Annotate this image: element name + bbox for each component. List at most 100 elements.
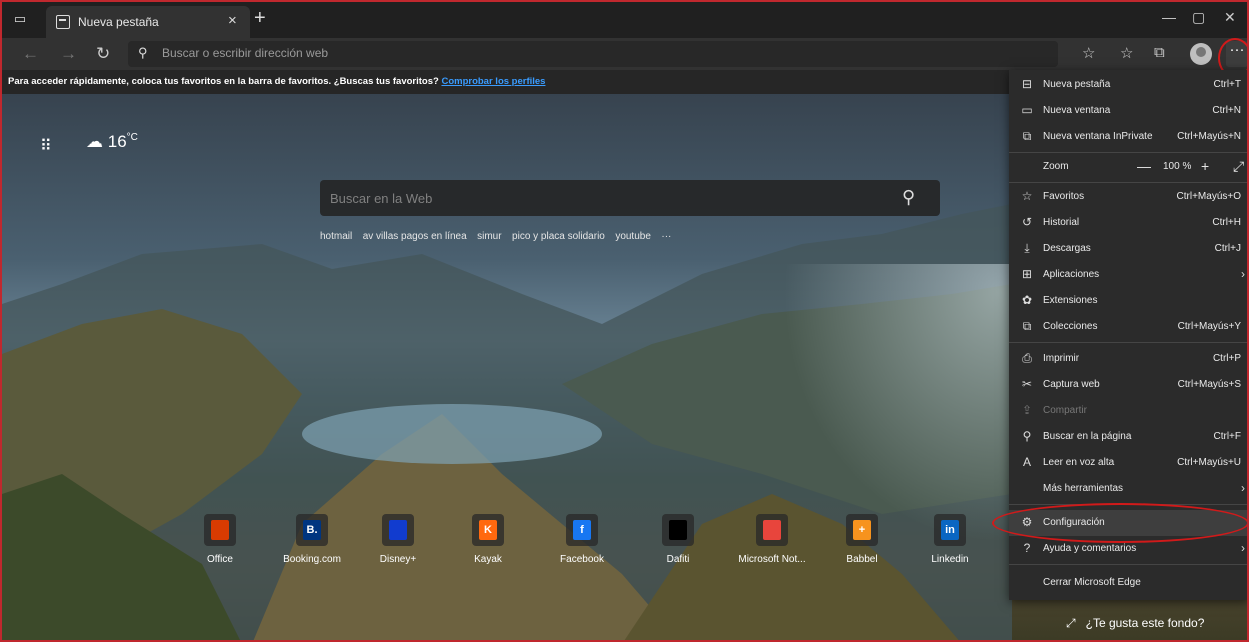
- quick-link[interactable]: pico y placa solidario: [512, 231, 605, 242]
- site-label: Disney+: [379, 554, 417, 565]
- menu-item-label: Compartir: [1043, 405, 1087, 416]
- close-tab-icon[interactable]: ×: [228, 12, 237, 29]
- menu-item-label: Nueva ventana: [1043, 105, 1111, 116]
- top-site-tile[interactable]: + Babbel: [822, 514, 902, 574]
- web-capture-icon: ✂: [1021, 377, 1033, 391]
- menu-item-favorites[interactable]: ☆ Favoritos Ctrl+Mayús+O: [1009, 184, 1247, 210]
- web-search-placeholder: Buscar en la Web: [330, 191, 433, 206]
- menu-item-inprivate[interactable]: ⧉ Nueva ventana InPrivate Ctrl+Mayús+N: [1009, 124, 1247, 150]
- zoom-out-icon[interactable]: —: [1137, 158, 1151, 174]
- quick-link[interactable]: hotmail: [320, 231, 352, 242]
- lake: [302, 404, 602, 464]
- menu-item-label: Imprimir: [1043, 353, 1080, 364]
- menu-item-shortcut: Ctrl+Mayús+S: [1177, 379, 1241, 390]
- web-search-box[interactable]: Buscar en la Web ⚲: [320, 180, 940, 216]
- inprivate-icon: ⧉: [1022, 129, 1032, 143]
- menu-divider: [1009, 152, 1247, 153]
- top-site-tile[interactable]: Disney+: [358, 514, 438, 574]
- maximize-icon[interactable]: ▢: [1192, 9, 1205, 26]
- read-aloud-icon: A: [1022, 455, 1031, 469]
- cloud-icon: ☁: [86, 132, 103, 151]
- like-background[interactable]: ⤢ ¿Te gusta este fondo?: [1066, 616, 1204, 631]
- menu-item-read-aloud[interactable]: A Leer en voz alta Ctrl+Mayús+U: [1009, 450, 1247, 476]
- menu-item-shortcut: Ctrl+Mayús+N: [1177, 131, 1241, 142]
- site-logo-icon: [763, 520, 781, 540]
- menu-item-extensions[interactable]: ✿ Extensiones: [1009, 288, 1247, 314]
- more-quick-links-icon[interactable]: ···: [661, 231, 671, 242]
- top-site-tile[interactable]: Microsoft Not...: [732, 514, 812, 574]
- collections-icon: ⧉: [1022, 319, 1032, 333]
- menu-item-zoom: Zoom — 100 % + ⤢: [1009, 154, 1247, 180]
- close-window-icon[interactable]: ✕: [1224, 9, 1236, 26]
- top-site-tile[interactable]: f Facebook: [542, 514, 622, 574]
- top-site-tile[interactable]: B. Booking.com: [272, 514, 352, 574]
- quick-link[interactable]: youtube: [615, 231, 651, 242]
- collections-icon[interactable]: ⧉: [1154, 44, 1165, 61]
- site-logo-icon: K: [479, 520, 497, 540]
- tab-new-tab[interactable]: Nueva pestaña ×: [46, 6, 250, 38]
- quick-links: hotmail av villas pagos en línea simur p…: [320, 226, 677, 244]
- top-site-tile[interactable]: K Kayak: [448, 514, 528, 574]
- refresh-icon[interactable]: ↻: [96, 44, 110, 64]
- menu-item-shortcut: Ctrl+N: [1212, 105, 1241, 116]
- menu-item-print[interactable]: ⎙ Imprimir Ctrl+P: [1009, 346, 1247, 372]
- menu-item-web-capture[interactable]: ✂ Captura web Ctrl+Mayús+S: [1009, 372, 1247, 398]
- site-logo-icon: [669, 520, 687, 540]
- menu-item-label: Leer en voz alta: [1043, 457, 1115, 468]
- apps-icon: ⊞: [1021, 267, 1033, 281]
- menu-item-find[interactable]: ⚲ Buscar en la página Ctrl+F: [1009, 424, 1247, 450]
- check-profiles-link[interactable]: Comprobar los perfiles: [441, 76, 545, 87]
- quick-link[interactable]: av villas pagos en línea: [363, 231, 467, 242]
- title-bar: ▭ Nueva pestaña × + — ▢ ✕: [2, 2, 1247, 38]
- menu-item-label: Ayuda y comentarios: [1043, 543, 1137, 554]
- site-logo-icon: [211, 520, 229, 540]
- site-icon: in: [934, 514, 966, 546]
- site-label: Microsoft Not...: [738, 554, 806, 565]
- menu-item-share: ⇪ Compartir: [1009, 398, 1247, 424]
- forward-icon[interactable]: →: [60, 44, 77, 64]
- minimize-icon[interactable]: —: [1162, 9, 1176, 25]
- menu-divider: [1009, 564, 1247, 565]
- menu-item-downloads[interactable]: ⤓ Descargas Ctrl+J: [1009, 236, 1247, 262]
- menu-item-new-tab[interactable]: ⊟ Nueva pestaña Ctrl+T: [1009, 72, 1247, 98]
- menu-item-new-window[interactable]: ▭ Nueva ventana Ctrl+N: [1009, 98, 1247, 124]
- search-icon: ⚲: [138, 45, 148, 60]
- address-bar[interactable]: ⚲ Buscar o escribir dirección web: [128, 41, 1058, 67]
- add-favorite-icon[interactable]: ☆: [1082, 44, 1095, 62]
- menu-item-more-tools[interactable]: Más herramientas ›: [1009, 476, 1247, 502]
- menu-item-label: Extensiones: [1043, 295, 1098, 306]
- zoom-in-icon[interactable]: +: [1201, 158, 1209, 174]
- menu-item-label: Zoom: [1043, 161, 1069, 172]
- menu-divider: [1009, 182, 1247, 183]
- menu-item-shortcut: Ctrl+Mayús+Y: [1177, 321, 1241, 332]
- top-site-tile[interactable]: Office: [180, 514, 260, 574]
- site-icon: f: [566, 514, 598, 546]
- top-site-tile[interactable]: in Linkedin: [910, 514, 990, 574]
- zoom-value: 100 %: [1163, 161, 1192, 172]
- menu-item-label: Favoritos: [1043, 191, 1085, 202]
- favorites-icon[interactable]: ☆: [1120, 44, 1133, 62]
- site-logo-icon: +: [853, 520, 871, 540]
- site-icon: B.: [296, 514, 328, 546]
- fullscreen-icon[interactable]: ⤢: [1233, 158, 1244, 175]
- quick-link[interactable]: simur: [477, 231, 501, 242]
- download-icon: ⤓: [1024, 241, 1030, 255]
- site-label: Babbel: [846, 554, 878, 565]
- tab-actions-icon[interactable]: ▭: [10, 11, 30, 29]
- menu-divider: [1009, 342, 1247, 343]
- app-launcher-icon[interactable]: ⠿: [40, 136, 52, 156]
- weather-widget[interactable]: ☁ 16°C: [86, 132, 138, 152]
- search-icon[interactable]: ⚲: [902, 187, 915, 208]
- menu-item-history[interactable]: ↺ Historial Ctrl+H: [1009, 210, 1247, 236]
- profile-avatar[interactable]: [1190, 43, 1212, 65]
- new-tab-button[interactable]: +: [254, 7, 266, 30]
- menu-item-apps[interactable]: ⊞ Aplicaciones ›: [1009, 262, 1247, 288]
- navigation-bar: ← → ↻ ⚲ Buscar o escribir dirección web …: [2, 38, 1247, 70]
- menu-item-collections[interactable]: ⧉ Colecciones Ctrl+Mayús+Y: [1009, 314, 1247, 340]
- menu-item-close-edge[interactable]: Cerrar Microsoft Edge: [1009, 570, 1247, 596]
- site-label: Dafiti: [666, 554, 690, 565]
- back-icon[interactable]: ←: [22, 44, 39, 64]
- menu-item-shortcut: Ctrl+T: [1213, 79, 1242, 90]
- site-logo-icon: in: [941, 520, 959, 540]
- top-site-tile[interactable]: Dafiti: [638, 514, 718, 574]
